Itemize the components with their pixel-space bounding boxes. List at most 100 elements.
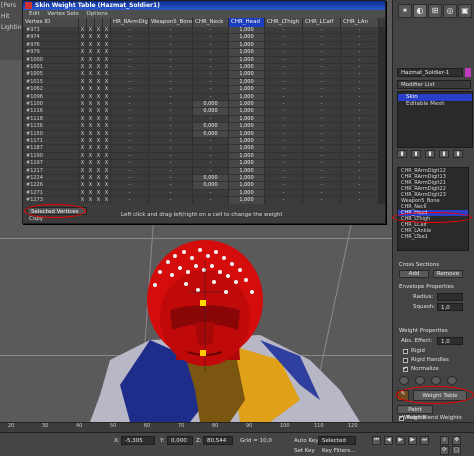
weight-cell[interactable]: 1,000 <box>229 34 265 42</box>
flag-cell[interactable]: X <box>95 64 103 72</box>
flag-cell[interactable]: X <box>87 108 95 116</box>
flag-cell[interactable]: X <box>87 27 95 35</box>
weight-cell[interactable]: 1,000 <box>229 93 265 101</box>
weight-cell[interactable]: - <box>111 167 149 175</box>
weight-cell[interactable]: - <box>149 189 193 198</box>
flag-cell[interactable]: X <box>95 93 103 101</box>
flag-cell[interactable]: X <box>103 108 111 116</box>
vertex-id-cell[interactable]: #1116 <box>23 108 79 116</box>
weight-table-window[interactable]: Skin Weight Table (Hazmat_Soldier1) Edit… <box>22 0 386 224</box>
flag-cell[interactable]: X <box>103 167 111 175</box>
weight-cell[interactable]: - <box>341 49 379 57</box>
flag-cell[interactable]: X <box>95 197 103 204</box>
vertex-id-cell[interactable]: #1224 <box>23 175 79 183</box>
weight-cell[interactable]: - <box>111 189 149 198</box>
weight-cell[interactable]: - <box>265 27 303 35</box>
flag-cell[interactable]: X <box>87 86 95 94</box>
go-to-start-icon[interactable]: ⏮ <box>372 436 381 445</box>
exclude-verts-icon[interactable] <box>399 376 409 385</box>
weight-cell[interactable]: 1,000 <box>229 71 265 79</box>
weight-cell[interactable]: - <box>303 182 341 190</box>
flag-cell[interactable]: X <box>79 64 87 72</box>
play-icon[interactable]: ▶ <box>396 436 405 445</box>
weight-cell[interactable]: - <box>149 34 193 42</box>
weight-cell[interactable]: - <box>341 108 379 116</box>
table-row[interactable]: #1150 X X X X - -0,000 1,000- - - <box>23 130 385 138</box>
flag-cell[interactable]: X <box>95 49 103 57</box>
flag-cell[interactable]: X <box>79 71 87 79</box>
vertex-id-cell[interactable]: #1226 <box>23 182 79 190</box>
flag-cell[interactable]: X <box>103 34 111 42</box>
flag-cell[interactable]: X <box>95 108 103 116</box>
weight-cell[interactable]: - <box>193 71 229 79</box>
weight-cell[interactable]: 1,000 <box>229 123 265 131</box>
flag-cell[interactable]: X <box>87 71 95 79</box>
weight-cell[interactable]: - <box>111 27 149 35</box>
motion-tab-icon[interactable]: ◎ <box>443 4 457 18</box>
flag-cell[interactable]: X <box>79 130 87 138</box>
normalize-checkbox[interactable] <box>403 365 408 372</box>
weight-cell[interactable]: - <box>193 78 229 87</box>
table-row[interactable]: #1187 X X X X - - -1,000- - - <box>23 145 385 153</box>
table-row[interactable]: #1273 X X X X - - -1,000- - - <box>23 197 385 204</box>
weight-cell[interactable]: - <box>341 41 379 50</box>
pin-stack-icon[interactable]: ▮ <box>397 150 407 158</box>
weight-cell[interactable]: - <box>265 167 303 175</box>
weight-cell[interactable]: 1,000 <box>229 78 265 87</box>
weight-cell[interactable]: - <box>303 138 341 146</box>
weight-cell[interactable]: - <box>341 123 379 131</box>
weight-cell[interactable]: - <box>341 56 379 64</box>
weight-cell[interactable]: - <box>303 56 341 64</box>
weight-cell[interactable]: - <box>111 152 149 161</box>
weight-cell[interactable]: 1,000 <box>229 145 265 153</box>
column-header[interactable]: HR_RArmDigit13 <box>111 18 149 27</box>
table-row[interactable]: #1001 X X X X - - -1,000- - - <box>23 64 385 72</box>
weight-cell[interactable]: - <box>111 93 149 101</box>
weight-cell[interactable]: - <box>303 175 341 183</box>
weight-cell[interactable]: - <box>193 197 229 204</box>
weight-cell[interactable]: 1,000 <box>229 197 265 204</box>
weight-cell[interactable]: - <box>149 115 193 124</box>
previous-frame-icon[interactable]: ◀ <box>384 436 393 445</box>
weight-cell[interactable]: - <box>265 56 303 64</box>
table-row[interactable]: #1271 X X X X - - -1,000- - - <box>23 189 385 198</box>
flag-cell[interactable]: X <box>103 49 111 57</box>
flag-cell[interactable]: X <box>95 160 103 168</box>
table-row[interactable]: #1197 X X X X - - -1,000- - - <box>23 160 385 168</box>
flag-cell[interactable]: X <box>87 175 95 183</box>
flag-cell[interactable]: X <box>103 78 111 87</box>
weight-cell[interactable]: - <box>341 115 379 124</box>
modifier-stack[interactable]: Skin Editable Mesh <box>397 91 473 148</box>
stack-item-skin[interactable]: Skin <box>398 94 472 101</box>
table-row[interactable]: #1226 X X X X - -0,000 1,000- - - <box>23 182 385 190</box>
flag-cell[interactable]: X <box>87 145 95 153</box>
flag-cell[interactable]: X <box>103 145 111 153</box>
vertex-id-cell[interactable]: #1015 <box>23 78 79 87</box>
weight-cell[interactable]: 0,000 <box>193 175 229 183</box>
x-coord-field[interactable]: -5,305 <box>121 436 155 445</box>
flag-cell[interactable]: X <box>87 41 95 50</box>
weight-cell[interactable]: 1,000 <box>229 27 265 35</box>
weight-cell[interactable]: - <box>303 197 341 204</box>
pan-icon[interactable]: ✥ <box>452 436 461 445</box>
flag-cell[interactable]: X <box>79 93 87 101</box>
weight-cell[interactable]: - <box>303 123 341 131</box>
weight-cell[interactable]: - <box>111 34 149 42</box>
weight-cell[interactable]: - <box>111 108 149 116</box>
flag-cell[interactable]: X <box>103 189 111 198</box>
weight-cell[interactable]: 0,000 <box>193 182 229 190</box>
vertex-id-cell[interactable]: #1187 <box>23 145 79 153</box>
weight-cell[interactable]: - <box>303 64 341 72</box>
weight-cell[interactable]: - <box>341 197 379 204</box>
weight-cell[interactable]: - <box>193 56 229 64</box>
flag-cell[interactable]: X <box>79 197 87 204</box>
configure-sets-icon[interactable]: ▮ <box>453 150 463 158</box>
weight-cell[interactable]: - <box>303 101 341 109</box>
flag-cell[interactable]: X <box>95 152 103 161</box>
flag-cell[interactable]: X <box>79 167 87 175</box>
flag-cell[interactable]: X <box>103 175 111 183</box>
column-header[interactable]: CHR_LThigh <box>265 18 303 27</box>
column-header-vertex-id[interactable]: Vertex ID <box>23 18 79 27</box>
flag-cell[interactable]: X <box>103 197 111 204</box>
flag-cell[interactable]: X <box>95 189 103 198</box>
